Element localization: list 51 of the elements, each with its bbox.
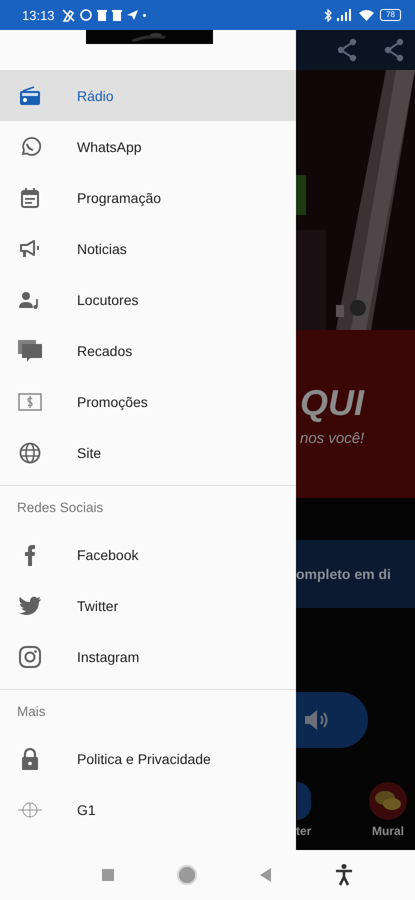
- chat-icon: [18, 340, 42, 362]
- chat-bubbles-icon: [374, 790, 402, 812]
- back-button[interactable]: [260, 868, 272, 882]
- signal-icon: [337, 9, 354, 21]
- banner-title: QUI: [300, 382, 366, 424]
- home-button[interactable]: [176, 865, 197, 885]
- recents-button[interactable]: [102, 869, 114, 881]
- facebook-icon: [24, 544, 36, 566]
- drawer-item[interactable]: Facebook: [0, 529, 296, 580]
- speaker-icon: [304, 709, 330, 731]
- shortcut-label: ter: [296, 824, 312, 838]
- drawer-item[interactable]: Twitter: [0, 580, 296, 631]
- battery-icon: 78: [380, 9, 401, 21]
- drawer-item[interactable]: Noticias: [0, 223, 296, 274]
- drawer-item[interactable]: Programação: [0, 172, 296, 223]
- money-icon: [18, 392, 42, 410]
- drawer-item[interactable]: Locutores: [0, 274, 296, 325]
- wifi-icon: [358, 8, 376, 22]
- section-header: Redes Sociais: [16, 499, 104, 517]
- calendar-icon: [20, 186, 40, 208]
- lock-icon: [21, 748, 39, 770]
- volume-button[interactable]: [296, 692, 368, 748]
- share-icon[interactable]: [336, 38, 358, 62]
- megaphone-icon: [19, 240, 41, 258]
- globe-icon: [19, 442, 41, 464]
- radio-icon: [19, 86, 41, 106]
- drawer-item[interactable]: G1: [0, 784, 296, 835]
- drawer-item[interactable]: Rádio: [0, 70, 296, 121]
- status-time: 13:13: [22, 8, 55, 22]
- drawer-item[interactable]: Recados: [0, 325, 296, 376]
- section-header: Mais: [16, 703, 47, 721]
- dot-icon: [142, 14, 146, 16]
- accessibility-icon[interactable]: [335, 864, 354, 886]
- drawer-item[interactable]: Promoções: [0, 376, 296, 427]
- send-icon: [126, 10, 138, 20]
- share-icon[interactable]: [383, 38, 405, 62]
- bird-icon: [18, 596, 42, 616]
- trash-icon: [112, 10, 122, 20]
- drawer-item[interactable]: Politica e Privacidade: [0, 733, 296, 784]
- drawer-item[interactable]: Site: [0, 427, 296, 478]
- shortcut-label: Mural: [372, 824, 404, 838]
- whatsapp-icon: [19, 136, 41, 158]
- shortcut-button[interactable]: [369, 782, 407, 820]
- person-music-icon: [19, 290, 41, 308]
- drawer-item[interactable]: Instagram: [0, 631, 296, 682]
- instagram-icon: [19, 646, 41, 668]
- banner-subtitle: nos você!: [300, 430, 366, 446]
- trash-icon: [96, 10, 107, 20]
- drawer-item[interactable]: WhatsApp: [0, 121, 296, 172]
- bluetooth-icon: [324, 8, 332, 22]
- info-text: ompleto em di: [296, 566, 391, 582]
